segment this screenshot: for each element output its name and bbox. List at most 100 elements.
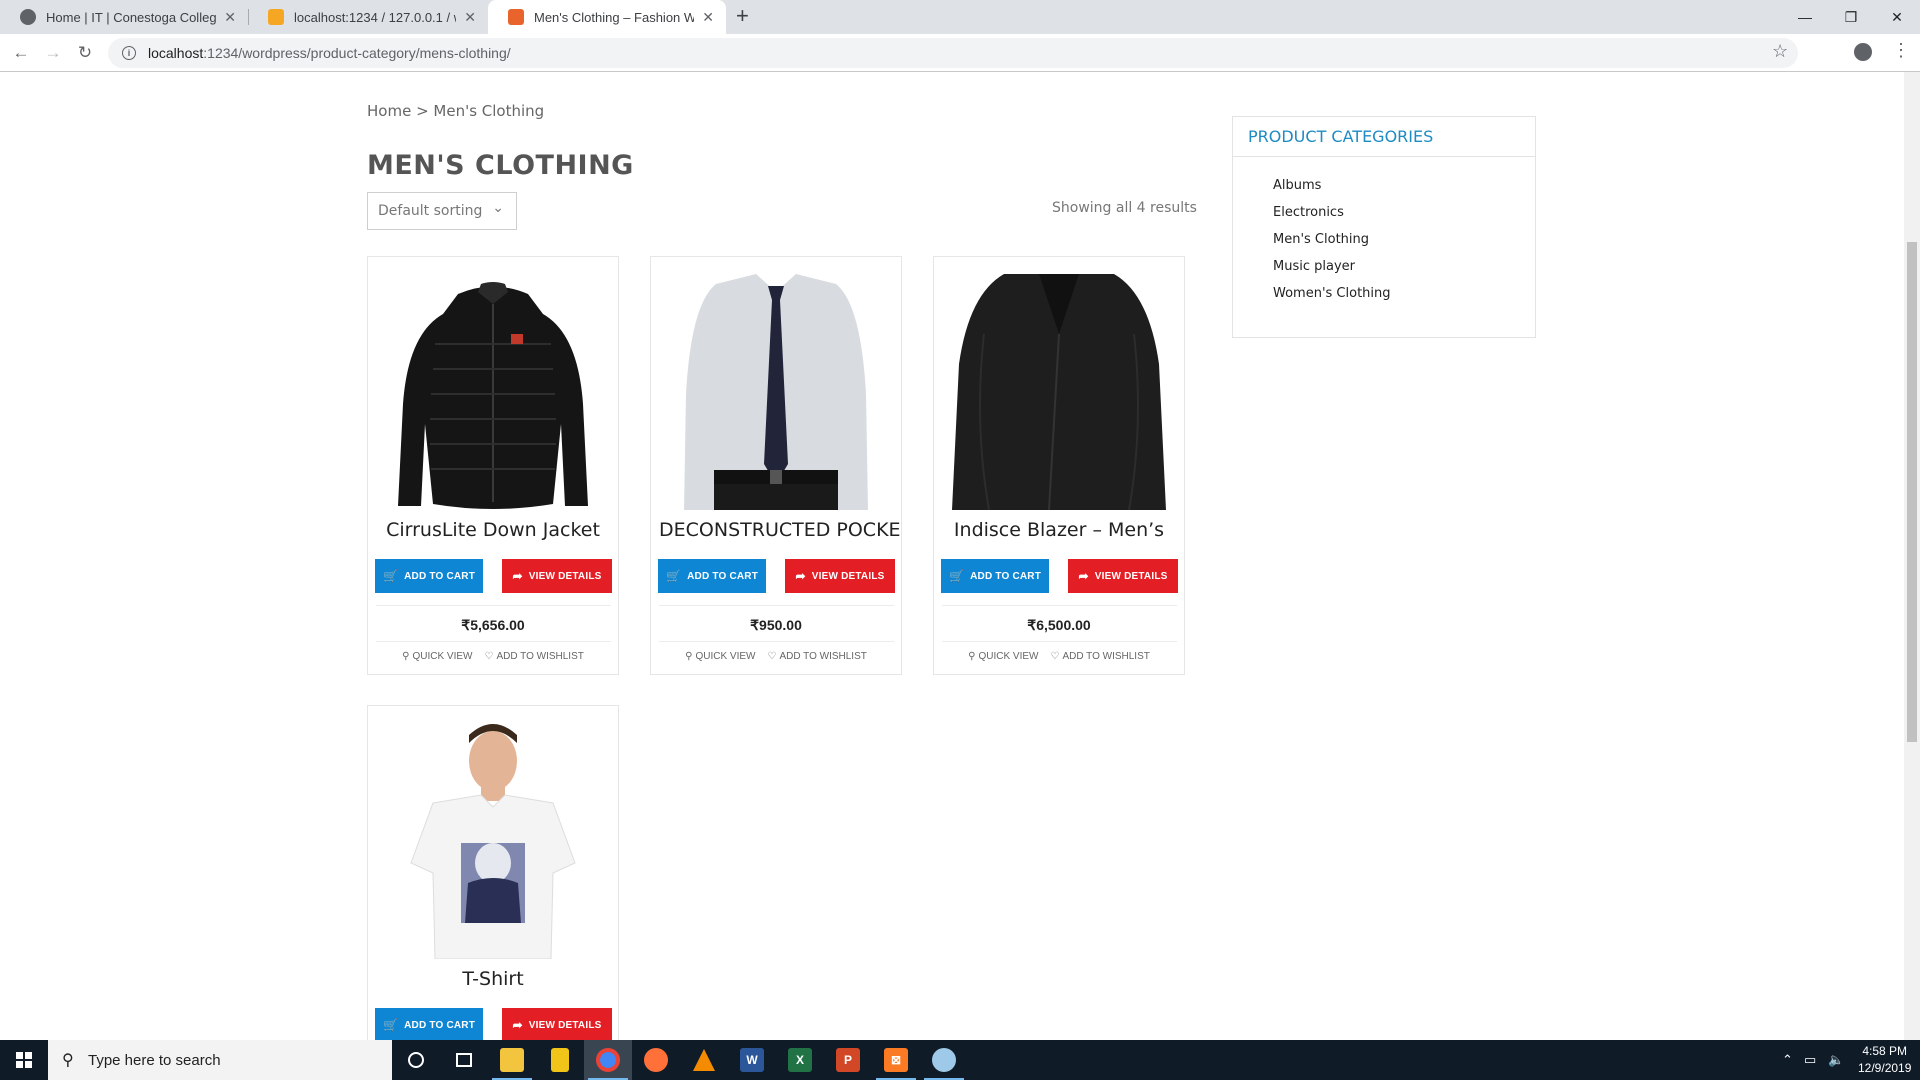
url-host: localhost <box>148 45 204 61</box>
paint-icon[interactable] <box>920 1040 968 1080</box>
divider <box>942 605 1177 606</box>
browser-tab-conestoga[interactable]: Home | IT | Conestoga College ✕ <box>0 0 248 34</box>
category-link-music-player[interactable]: Music player <box>1273 253 1535 280</box>
quick-view-link[interactable]: ⚲ QUICK VIEW <box>685 651 755 662</box>
xampp-icon[interactable]: ⊠ <box>872 1040 920 1080</box>
category-link-womens-clothing[interactable]: Women's Clothing <box>1273 280 1535 307</box>
file-explorer-icon[interactable] <box>488 1040 536 1080</box>
add-to-wishlist-link[interactable]: ♡ ADD TO WISHLIST <box>484 651 583 662</box>
task-view-icon[interactable] <box>440 1040 488 1080</box>
powerpoint-icon[interactable]: P <box>824 1040 872 1080</box>
phpmyadmin-icon <box>268 9 284 25</box>
button-label: ADD TO CART <box>404 1019 476 1031</box>
cart-icon: 🛒 <box>948 569 965 583</box>
clock-date: 12/9/2019 <box>1858 1061 1912 1075</box>
volume-icon[interactable]: 🔈 <box>1828 1052 1844 1068</box>
link-label: QUICK VIEW <box>978 651 1039 662</box>
view-details-button[interactable]: ➦ VIEW DETAILS <box>785 559 895 593</box>
button-label: VIEW DETAILS <box>528 1019 602 1031</box>
back-button[interactable]: ← <box>8 40 34 66</box>
add-to-cart-button[interactable]: 🛒 ADD TO CART <box>941 559 1049 593</box>
profile-avatar-icon[interactable] <box>1854 43 1872 61</box>
button-label: ADD TO CART <box>687 570 759 582</box>
link-label: ADD TO WISHLIST <box>496 651 584 662</box>
link-label: ADD TO WISHLIST <box>779 651 867 662</box>
menu-kebab-icon[interactable]: ⋮ <box>1892 40 1910 61</box>
network-icon[interactable]: ▭ <box>1804 1052 1816 1068</box>
firefox-icon[interactable] <box>632 1040 680 1080</box>
product-image-blazer[interactable] <box>944 274 1174 510</box>
restore-button[interactable]: ❐ <box>1828 0 1874 34</box>
reload-button[interactable]: ↻ <box>72 40 98 66</box>
xampp-icon <box>508 9 524 25</box>
system-clock[interactable]: 4:58 PM 12/9/2019 <box>1858 1043 1911 1077</box>
windows-logo-icon <box>16 1052 32 1068</box>
add-to-cart-button[interactable]: 🛒 ADD TO CART <box>375 1008 483 1040</box>
browser-tab-phpmyadmin[interactable]: localhost:1234 / 127.0.0.1 / word ✕ <box>248 0 488 34</box>
product-image-jacket[interactable] <box>378 274 608 510</box>
file-manager-icon[interactable] <box>536 1040 584 1080</box>
button-label: VIEW DETAILS <box>811 570 885 582</box>
close-icon[interactable]: ✕ <box>224 9 236 26</box>
forward-button[interactable]: → <box>40 40 66 66</box>
quick-view-link[interactable]: ⚲ QUICK VIEW <box>968 651 1038 662</box>
button-label: VIEW DETAILS <box>528 570 602 582</box>
category-link-electronics[interactable]: Electronics <box>1273 199 1535 226</box>
taskbar-search-box[interactable]: ⚲ Type here to search <box>48 1040 392 1080</box>
add-to-cart-button[interactable]: 🛒 ADD TO CART <box>658 559 766 593</box>
close-window-button[interactable]: ✕ <box>1874 0 1920 34</box>
view-details-button[interactable]: ➦ VIEW DETAILS <box>1068 559 1178 593</box>
category-link-mens-clothing[interactable]: Men's Clothing <box>1273 226 1535 253</box>
page-scrollbar[interactable] <box>1904 72 1920 1040</box>
add-to-wishlist-link[interactable]: ♡ ADD TO WISHLIST <box>1050 651 1149 662</box>
quick-view-link[interactable]: ⚲ QUICK VIEW <box>402 651 472 662</box>
globe-icon <box>20 9 36 25</box>
chrome-icon[interactable] <box>584 1040 632 1080</box>
share-arrow-icon: ➦ <box>512 1018 523 1032</box>
add-to-cart-button[interactable]: 🛒 ADD TO CART <box>375 559 483 593</box>
tab-title: Home | IT | Conestoga College <box>46 9 217 25</box>
info-icon[interactable]: i <box>122 46 136 60</box>
product-image-shirt[interactable] <box>661 274 891 510</box>
add-to-wishlist-link[interactable]: ♡ ADD TO WISHLIST <box>767 651 866 662</box>
new-tab-button[interactable]: + <box>736 3 749 29</box>
sorting-select[interactable]: Default sorting ⌄ <box>367 192 517 230</box>
vlc-icon[interactable] <box>680 1040 728 1080</box>
button-label: ADD TO CART <box>404 570 476 582</box>
url-path: :1234/wordpress/product-category/mens-cl… <box>203 45 511 61</box>
product-image-tshirt[interactable] <box>378 723 608 959</box>
close-icon[interactable]: ✕ <box>464 9 476 26</box>
result-count: Showing all 4 results <box>1052 200 1197 216</box>
button-label: ADD TO CART <box>970 570 1042 582</box>
excel-icon[interactable]: X <box>776 1040 824 1080</box>
product-card: DECONSTRUCTED POCKE... 🛒 ADD TO CART ➦ VIE… <box>650 256 902 675</box>
close-icon[interactable]: ✕ <box>702 9 714 26</box>
address-toolbar: ← → ↻ i localhost:1234/wordpress/product… <box>0 34 1920 72</box>
page-viewport: Home > Men's Clothing MEN'S CLOTHING Def… <box>0 72 1904 1040</box>
product-name[interactable]: Indisce Blazer – Men’s <box>934 519 1184 541</box>
link-label: QUICK VIEW <box>695 651 756 662</box>
share-arrow-icon: ➦ <box>512 569 523 583</box>
magnifier-icon: ⚲ <box>968 651 976 662</box>
url-input[interactable]: i localhost:1234/wordpress/product-categ… <box>108 38 1798 68</box>
view-details-button[interactable]: ➦ VIEW DETAILS <box>502 559 612 593</box>
bookmark-star-icon[interactable]: ☆ <box>1772 41 1788 62</box>
product-price: ₹5,656.00 <box>461 617 525 633</box>
breadcrumb[interactable]: Home > Men's Clothing <box>367 102 544 120</box>
cortana-icon[interactable] <box>392 1040 440 1080</box>
scrollbar-thumb[interactable] <box>1907 242 1917 742</box>
browser-tab-mens-clothing[interactable]: Men's Clothing – Fashion World ✕ <box>488 0 726 34</box>
button-label: VIEW DETAILS <box>1094 570 1168 582</box>
product-name[interactable]: T-Shirt <box>368 968 618 990</box>
heart-icon: ♡ <box>484 651 494 662</box>
view-details-button[interactable]: ➦ VIEW DETAILS <box>502 1008 612 1040</box>
product-name[interactable]: DECONSTRUCTED POCKE... <box>651 519 901 541</box>
start-button[interactable] <box>0 1040 48 1080</box>
windows-taskbar: ⚲ Type here to search W X P ⊠ ⌃ ▭ 🔈 4:58… <box>0 1040 1920 1080</box>
tray-chevron-up-icon[interactable]: ⌃ <box>1782 1052 1793 1068</box>
divider <box>659 605 894 606</box>
word-icon[interactable]: W <box>728 1040 776 1080</box>
minimize-button[interactable]: — <box>1782 0 1828 34</box>
category-link-albums[interactable]: Albums <box>1273 172 1535 199</box>
product-name[interactable]: CirrusLite Down Jacket <box>368 519 618 541</box>
